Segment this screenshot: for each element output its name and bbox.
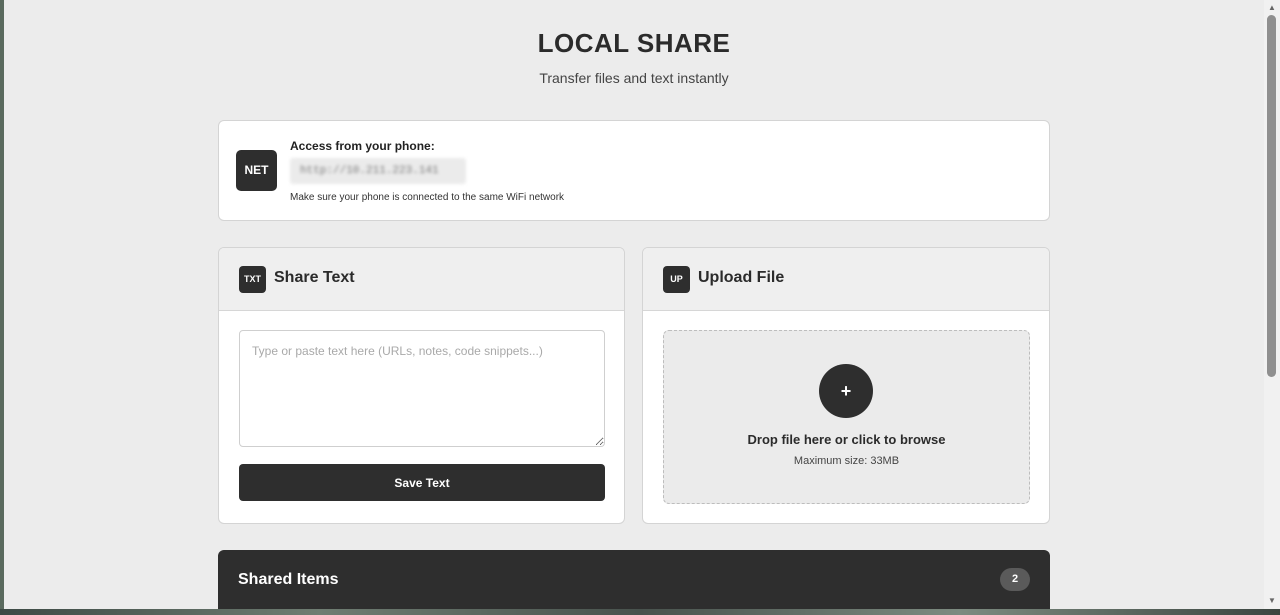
page-viewport: LOCAL SHARE Transfer files and text inst… [4, 0, 1264, 609]
dropzone-label: Drop file here or click to browse [747, 432, 946, 447]
network-hint: Make sure your phone is connected to the… [290, 192, 565, 203]
shared-items-header: Shared Items 2 [218, 550, 1050, 609]
share-text-panel: TXT Share Text Save Text [218, 247, 625, 524]
network-access-label: Access from your phone: [290, 139, 435, 153]
max-size-label: Maximum size: 33MB [793, 455, 900, 467]
page-subtitle: Transfer files and text instantly [539, 70, 729, 86]
vertical-scrollbar[interactable]: ▲ ▼ [1264, 0, 1280, 609]
upload-file-panel: UP Upload File + Drop file here or click… [642, 247, 1050, 524]
upload-file-title: Upload File [698, 269, 785, 286]
share-text-header: TXT Share Text [219, 248, 624, 311]
share-text-input[interactable] [239, 330, 605, 447]
desktop-background-strip [0, 609, 1280, 615]
page-title: LOCAL SHARE [537, 28, 731, 58]
share-text-title: Share Text [274, 269, 355, 286]
save-text-button[interactable]: Save Text [239, 464, 605, 501]
upload-icon: UP [663, 266, 690, 293]
scroll-down-arrow-icon[interactable]: ▼ [1264, 594, 1280, 608]
network-access-card: NET Access from your phone: http://10.21… [218, 120, 1050, 221]
scrollbar-thumb[interactable] [1267, 15, 1276, 377]
network-icon: NET [236, 150, 277, 191]
shared-items-count-badge: 2 [1000, 568, 1030, 591]
plus-icon[interactable]: + [819, 364, 873, 418]
upload-file-header: UP Upload File [643, 248, 1049, 311]
shared-items-title: Shared Items [238, 571, 339, 588]
text-icon: TXT [239, 266, 266, 293]
scroll-up-arrow-icon[interactable]: ▲ [1264, 1, 1280, 15]
network-url[interactable]: http://10.211.223.141 [290, 158, 466, 184]
file-dropzone[interactable]: + Drop file here or click to browse Maxi… [663, 330, 1030, 504]
